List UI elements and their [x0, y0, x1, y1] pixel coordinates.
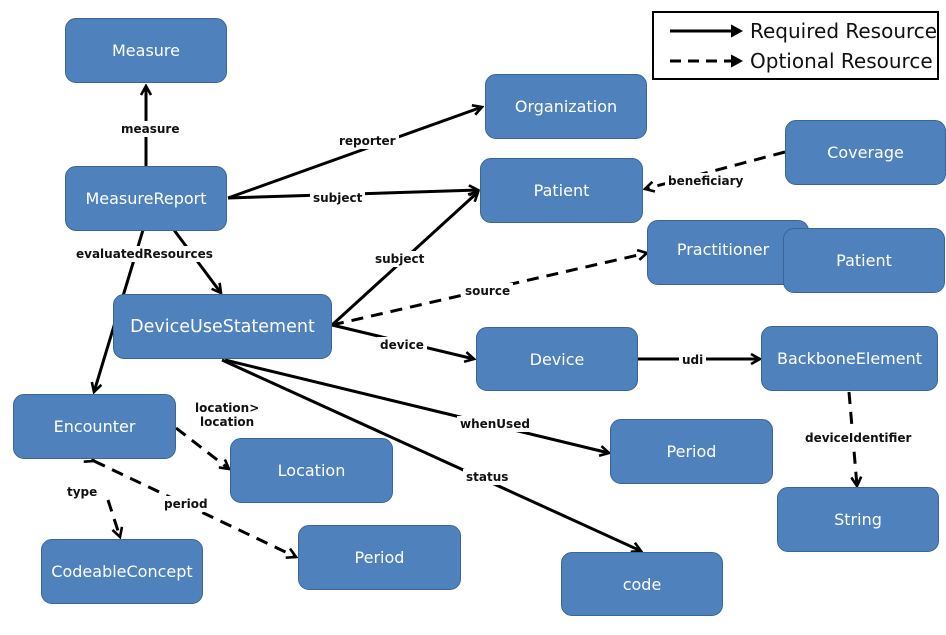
- edge-label-when-used: whenUsed: [457, 416, 533, 432]
- edge-label-subject-dus: subject: [372, 251, 428, 267]
- node-patient[interactable]: Patient: [480, 158, 643, 223]
- node-measure-report[interactable]: MeasureReport: [65, 166, 227, 231]
- edge-label-beneficiary: beneficiary: [665, 173, 747, 189]
- node-backbone-element[interactable]: BackboneElement: [761, 326, 938, 391]
- legend-optional-label: Optional Resource: [750, 49, 933, 73]
- node-device[interactable]: Device: [476, 327, 638, 391]
- node-organization[interactable]: Organization: [485, 74, 647, 139]
- node-period-when-used[interactable]: Period: [610, 419, 773, 484]
- edge-type: [106, 499, 120, 537]
- node-period-encounter[interactable]: Period: [298, 525, 461, 590]
- edge-label-udi: udi: [679, 352, 707, 368]
- node-coverage[interactable]: Coverage: [785, 120, 946, 185]
- edge-label-device-identifier: deviceIdentifier: [802, 430, 915, 446]
- node-code[interactable]: code: [561, 552, 723, 616]
- edge-label-device: device: [377, 337, 427, 353]
- solid-arrow-icon: [670, 24, 744, 38]
- edge-label-evaluated-resources: evaluatedResources: [73, 246, 216, 262]
- legend: Required Resource Optional Resource: [652, 11, 939, 80]
- node-patient-source[interactable]: Patient: [783, 228, 945, 293]
- edge-label-location: location> location: [192, 400, 263, 430]
- edge-label-type: type: [64, 484, 101, 500]
- edge-label-measure: measure: [118, 121, 183, 137]
- node-device-use-statement[interactable]: DeviceUseStatement: [113, 294, 332, 359]
- node-codeable-concept[interactable]: CodeableConcept: [41, 539, 203, 604]
- legend-required-label: Required Resource: [750, 19, 938, 43]
- node-string[interactable]: String: [777, 487, 939, 552]
- edge-label-reporter: reporter: [336, 133, 399, 149]
- edge-label-subject-measurereport: subject: [310, 190, 366, 206]
- node-location[interactable]: Location: [230, 438, 393, 503]
- edge-label-period: period: [161, 496, 211, 512]
- edge-location: [175, 426, 229, 469]
- edge-label-status: status: [463, 469, 512, 485]
- edge-label-source: source: [462, 283, 514, 299]
- dashed-arrow-icon: [670, 54, 744, 68]
- node-measure[interactable]: Measure: [65, 18, 227, 83]
- node-encounter[interactable]: Encounter: [13, 394, 176, 459]
- edge-reporter: [227, 107, 482, 200]
